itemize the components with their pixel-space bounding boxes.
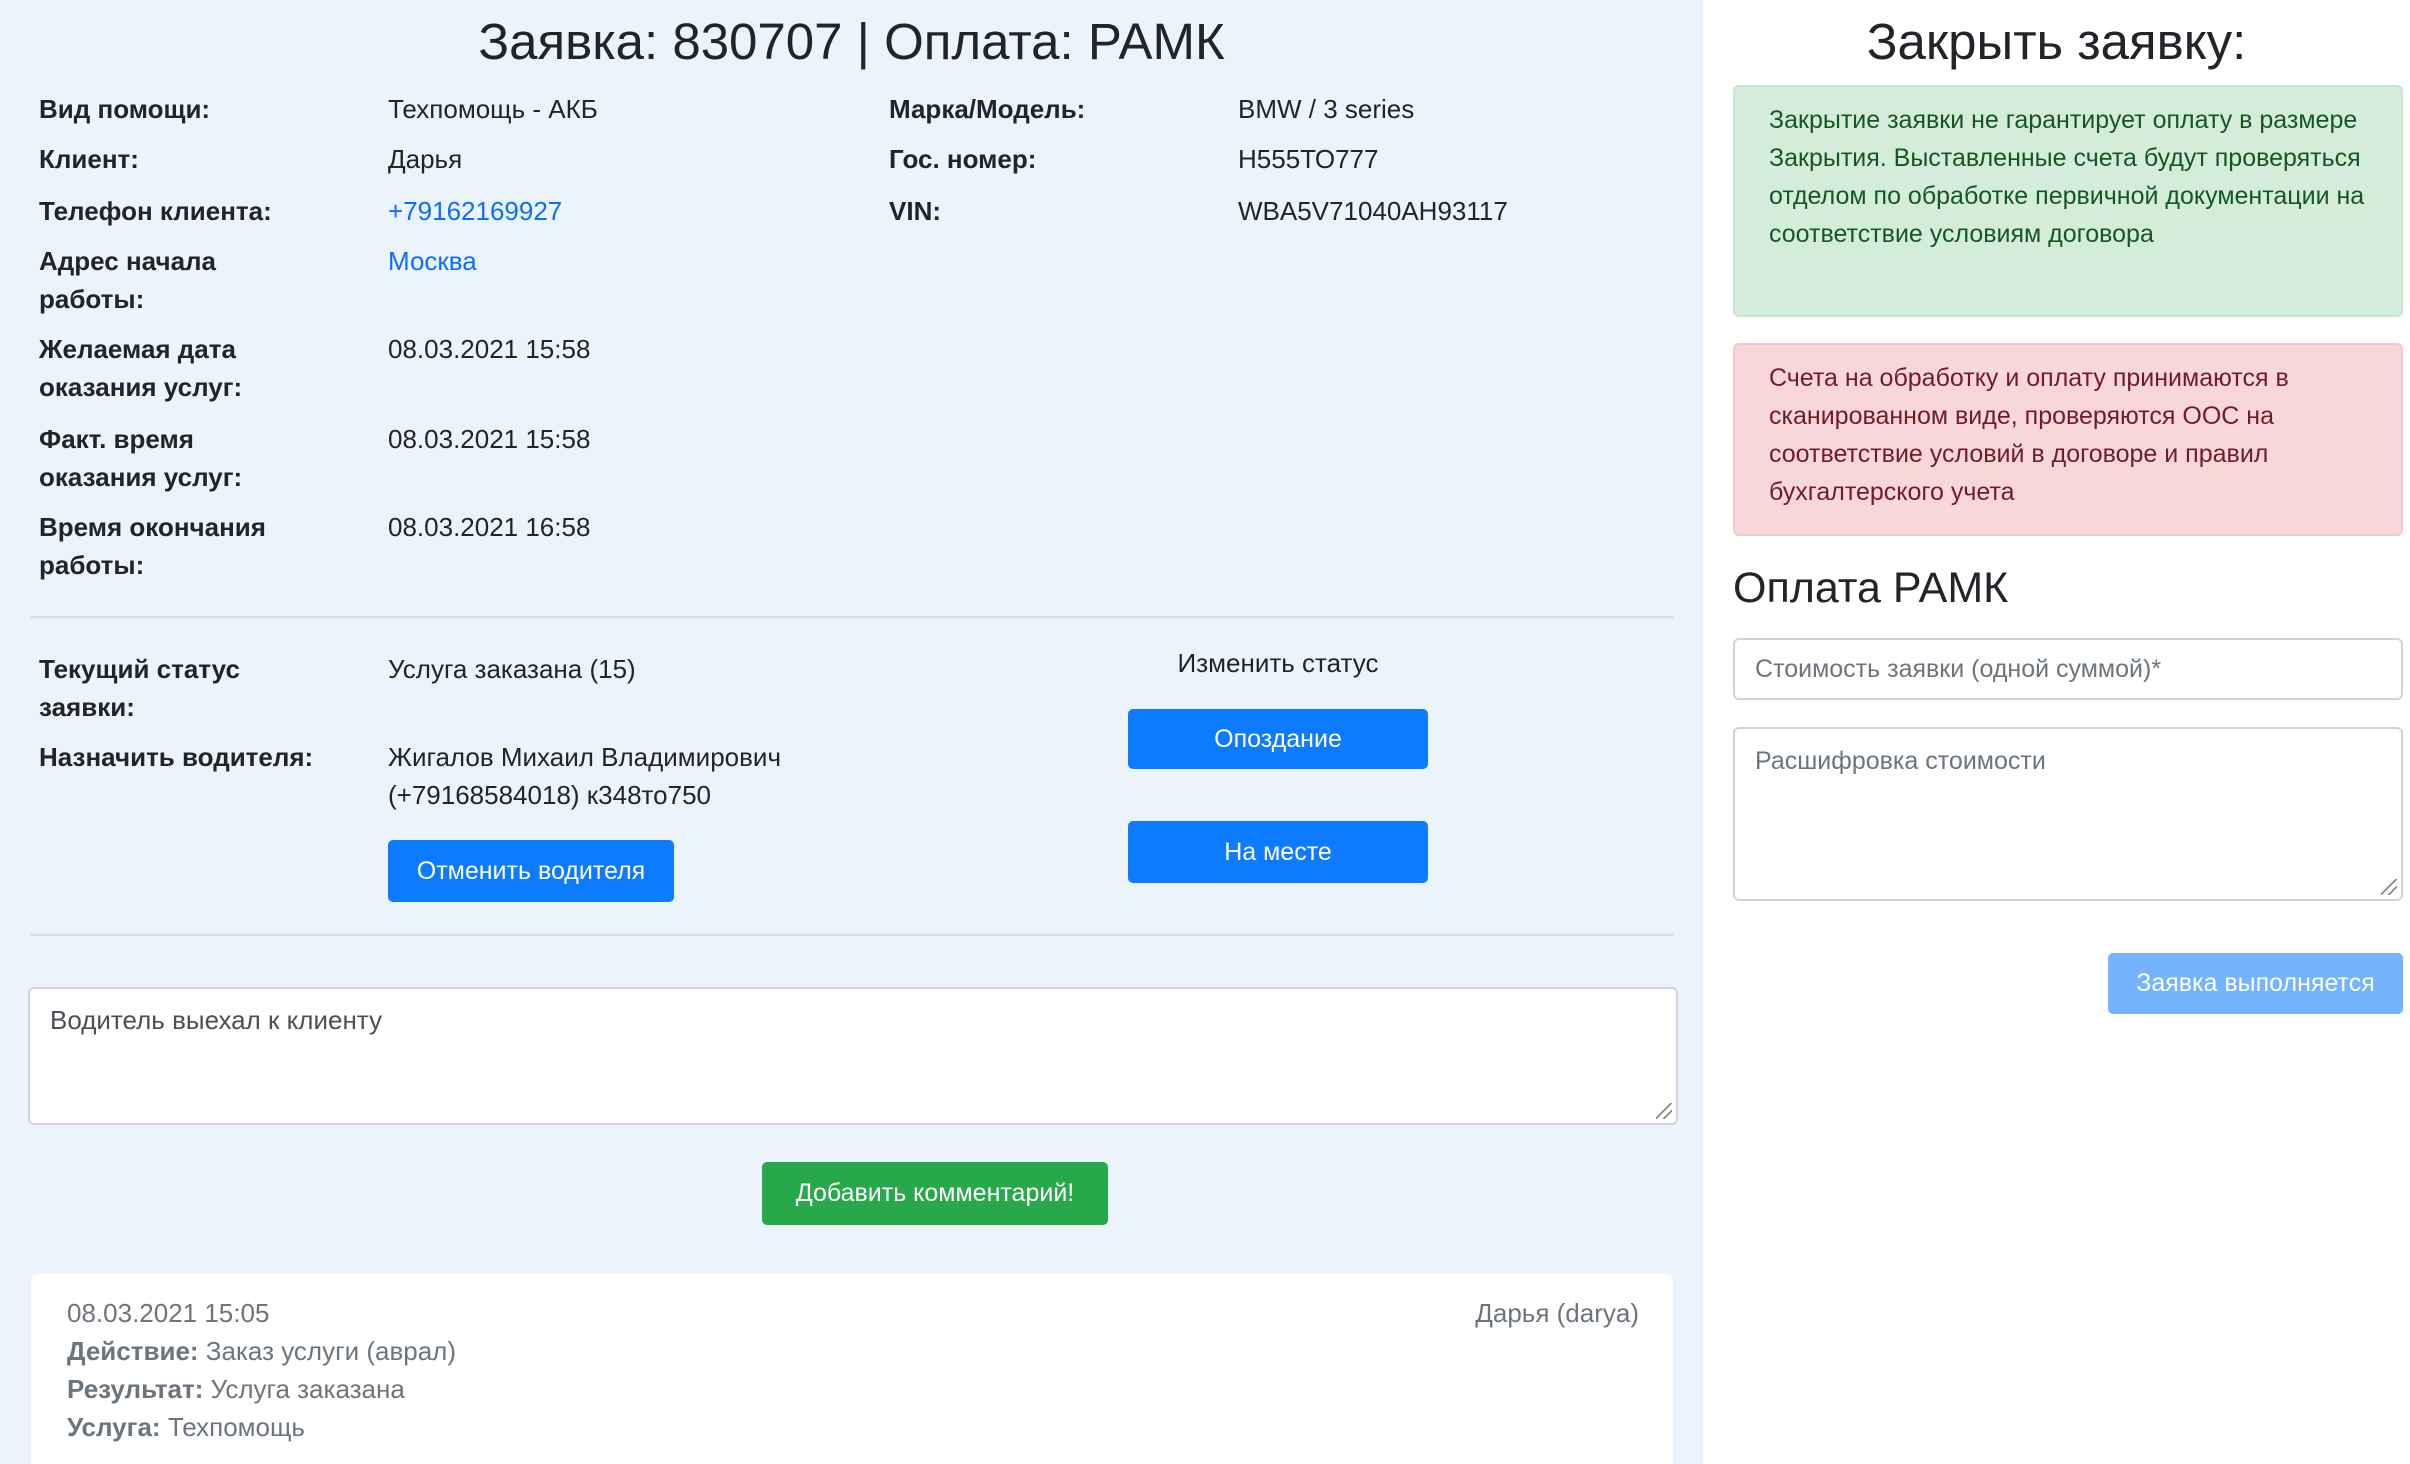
breakdown-placeholder: Расшифровка стоимости: [1755, 747, 2046, 775]
divider: [31, 934, 1673, 936]
payment-title: Оплата РАМК: [1733, 564, 2009, 612]
change-status-label: Изменить статус: [1177, 648, 1379, 678]
add-comment-button[interactable]: Добавить комментарий!: [762, 1162, 1108, 1225]
history-user: Дарья (darya): [1475, 1298, 1639, 1328]
comment-textarea[interactable]: Водитель выехал к клиенту: [28, 987, 1678, 1125]
close-panel-title: Закрыть заявку:: [1866, 13, 2247, 70]
value-make-model: BMW / 3 series: [1238, 94, 1415, 124]
on-site-status-button[interactable]: На месте: [1128, 821, 1428, 883]
value-actual-time: 08.03.2021 15:58: [388, 424, 591, 454]
cost-input[interactable]: Стоимость заявки (одной суммой)*: [1733, 638, 2403, 700]
label-make-model: Марка/Модель:: [889, 94, 1086, 124]
history-date: 08.03.2021 15:05: [67, 1298, 270, 1328]
label-client: Клиент:: [39, 144, 139, 174]
cost-input-placeholder: Стоимость заявки (одной суммой)*: [1755, 655, 2162, 683]
order-panel: Заявка: 830707 | Оплата: РАМК Вид помощи…: [0, 0, 1703, 1464]
label-actual-time: Факт. время оказания услуг:: [39, 424, 243, 492]
label-client-phone: Телефон клиента:: [39, 196, 272, 226]
history-result-label: Результат:: [67, 1374, 204, 1404]
history-service-value: Техпомощь: [167, 1412, 305, 1442]
value-help-type: Техпомощь - АКБ: [388, 94, 598, 124]
late-status-button[interactable]: Опоздание: [1128, 709, 1428, 769]
value-plate: Н555ТО777: [1238, 144, 1379, 174]
history-action-value: Заказ услуги (аврал): [205, 1336, 457, 1366]
label-desired-date: Желаемая дата оказания услуг:: [39, 334, 243, 402]
value-current-status: Услуга заказана (15): [388, 654, 636, 684]
history-result-value: Услуга заказана: [210, 1374, 405, 1404]
value-end-time: 08.03.2021 16:58: [388, 512, 591, 542]
label-vin: VIN:: [889, 196, 941, 226]
value-client: Дарья: [388, 144, 463, 174]
resize-grip-icon[interactable]: [2381, 879, 2397, 895]
value-desired-date: 08.03.2021 15:58: [388, 334, 591, 364]
value-driver: Жигалов Михаил Владимирович (+7916858401…: [388, 742, 781, 810]
page-title: Заявка: 830707 | Оплата: РАМК: [478, 13, 1225, 70]
label-help-type: Вид помощи:: [39, 94, 211, 124]
value-vin: WBA5V71040AH93117: [1238, 196, 1508, 226]
order-in-progress-button[interactable]: Заявка выполняется: [2108, 953, 2403, 1014]
divider: [31, 616, 1673, 618]
info-alert-danger: Счета на обработку и оплату принимаются …: [1733, 343, 2403, 536]
info-alert-success: Закрытие заявки не гарантирует оплату в …: [1733, 85, 2403, 317]
client-phone-link[interactable]: +79162169927: [388, 192, 562, 230]
history-action: Действие: Заказ услуги (аврал): [67, 1332, 456, 1370]
history-service: Услуга: Техпомощь: [67, 1408, 305, 1446]
cost-breakdown-textarea[interactable]: Расшифровка стоимости: [1733, 727, 2403, 901]
history-result: Результат: Услуга заказана: [67, 1370, 405, 1408]
history-action-label: Действие:: [67, 1336, 199, 1366]
history-service-label: Услуга:: [67, 1412, 161, 1442]
label-end-time: Время окончания работы:: [39, 512, 266, 580]
start-address-link[interactable]: Москва: [388, 242, 477, 280]
label-start-address: Адрес начала работы:: [39, 246, 217, 314]
label-plate: Гос. номер:: [889, 144, 1037, 174]
cancel-driver-button[interactable]: Отменить водителя: [388, 840, 674, 902]
comment-text: Водитель выехал к клиенту: [50, 1005, 383, 1035]
resize-grip-icon[interactable]: [1656, 1103, 1672, 1119]
label-assign-driver: Назначить водителя:: [39, 742, 314, 772]
close-order-panel: Закрыть заявку: Закрытие заявки не гаран…: [1703, 0, 2410, 1464]
history-entry: 08.03.2021 15:05 Дарья (darya) Действие:…: [31, 1274, 1673, 1464]
label-current-status: Текущий статус заявки:: [39, 654, 240, 722]
